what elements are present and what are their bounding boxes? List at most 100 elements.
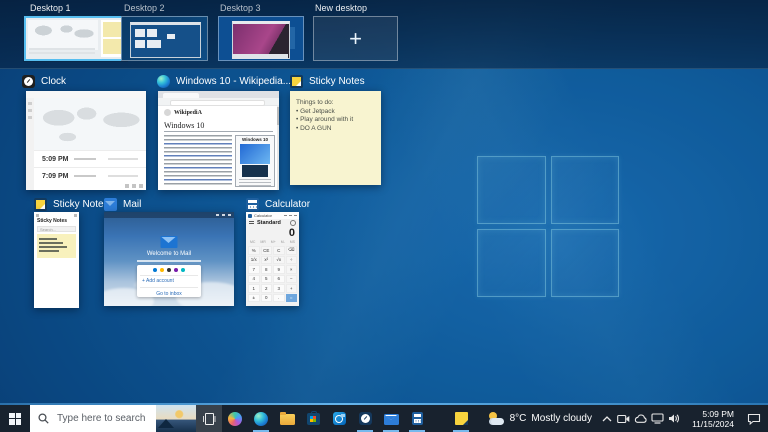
calculator-display: 0 (246, 227, 299, 240)
world-clock-row: 7:09 PM (34, 167, 146, 184)
edge-icon (157, 75, 170, 88)
folder-icon (280, 414, 295, 425)
notes-search-box: Search... (37, 226, 76, 232)
camera-icon (617, 414, 630, 424)
task-view-screen: Desktop 1 Desktop 2 Desktop 3 New deskto… (0, 0, 768, 432)
outlook-icon (333, 412, 346, 425)
task-view-button[interactable] (196, 405, 222, 432)
taskbar-date: 11/15/2024 (692, 419, 734, 429)
calculator-title-bar: Calculator (246, 212, 299, 219)
onedrive-tray-button[interactable] (633, 405, 648, 432)
infobox-screenshot (242, 165, 268, 177)
mail-envelope-icon (161, 236, 178, 248)
wikipedia-window-title: Windows 10 - Wikipedia... (157, 74, 291, 88)
browser-tab-bar (158, 91, 279, 98)
microsoft-store-button[interactable] (300, 405, 326, 432)
desktop-1-clock-app-preview (28, 20, 98, 50)
menu-icon (249, 221, 254, 225)
note-list-item (37, 234, 76, 258)
cloud-icon (634, 414, 647, 424)
desktop-1-thumbnail[interactable] (24, 16, 127, 61)
windows-logo-icon (9, 413, 21, 425)
mail-app-button[interactable] (378, 405, 404, 432)
speaker-icon (668, 413, 681, 424)
infobox-logo-image (240, 144, 270, 164)
store-bag-icon (307, 413, 320, 425)
weather-condition: Mostly cloudy (531, 413, 592, 424)
start-button[interactable] (0, 405, 30, 432)
desktop-3-label: Desktop 3 (220, 3, 261, 13)
action-center-button[interactable] (740, 405, 768, 432)
mail-window-title: Mail (104, 197, 141, 211)
desktop-3-thumbnail[interactable] (218, 16, 304, 61)
add-account-dialog: + Add account Go to inbox (137, 265, 201, 297)
note-line: Things to do: (296, 99, 381, 108)
desktop-1-label: Desktop 1 (30, 3, 71, 13)
wikipedia-globe-icon (164, 109, 171, 116)
article-infobox: Windows 10 (235, 135, 275, 187)
volume-tray-button[interactable] (667, 405, 682, 432)
article-heading: Windows 10 (164, 121, 204, 130)
hidden-icons-button[interactable] (599, 405, 614, 432)
welcome-text: Welcome to Mail (104, 251, 234, 257)
wikipedia-wordmark: WikipediA (174, 110, 202, 116)
desktop-1-sticky-notes-preview (101, 20, 123, 57)
clock-window-title: Clock (22, 74, 66, 88)
world-clock-row: 5:09 PM (34, 150, 146, 167)
world-map (34, 98, 146, 150)
sticky-notes-window-thumbnail[interactable]: Things to do: • Get Jetpack • Play aroun… (290, 91, 381, 185)
note-line: • Play around with it (296, 116, 381, 125)
mail-window-thumbnail[interactable]: Welcome to Mail + Add account Go to inbo… (104, 212, 234, 306)
clock-nav-rail (26, 98, 34, 190)
partly-cloudy-icon (488, 412, 505, 425)
wikipedia-window-thumbnail[interactable]: WikipediA Windows 10 Windows 10 (158, 91, 279, 190)
edge-icon (254, 412, 268, 426)
account-provider-icons (137, 265, 201, 272)
add-account-button: + Add account (137, 276, 201, 284)
calculator-icon (246, 198, 259, 211)
copilot-button[interactable] (222, 405, 248, 432)
sticky-note-icon (455, 412, 468, 425)
desktop-2-label: Desktop 2 (124, 3, 165, 13)
search-highlights-decoration (156, 405, 196, 432)
copilot-icon (228, 412, 242, 426)
task-view-icon (203, 413, 216, 424)
mail-title-bar (104, 212, 234, 218)
sticky-note-list-thumbnail[interactable]: Sticky Notes Search... (34, 212, 79, 308)
chevron-up-icon (602, 416, 612, 422)
sticky-notes-header: Sticky Notes (34, 217, 79, 225)
weather-widget[interactable]: 8°C Mostly cloudy (481, 405, 599, 432)
sticky-notes-window-title: Sticky Notes (290, 74, 365, 88)
calculator-window-thumbnail[interactable]: Calculator Standard 0 MCMR M+M- MS %CEC⌫… (246, 212, 299, 306)
calculator-icon (412, 412, 423, 425)
file-explorer-button[interactable] (274, 405, 300, 432)
weather-temperature: 8°C (510, 413, 527, 424)
note-line: • Get Jetpack (296, 108, 381, 117)
camera-tray-button[interactable] (616, 405, 631, 432)
calculator-mode: Standard (257, 220, 281, 226)
go-to-inbox-link: Go to inbox (137, 288, 201, 297)
search-icon (38, 413, 49, 424)
sticky-notes-icon (34, 198, 47, 211)
search-input[interactable] (55, 412, 149, 425)
system-tray (599, 405, 682, 432)
mail-icon (104, 198, 117, 211)
calculator-window-title: Calculator (246, 197, 310, 211)
sticky-notes-icon (290, 75, 303, 88)
clock-app-button[interactable] (352, 405, 378, 432)
browser-address-bar (158, 98, 279, 106)
new-desktop-label: New desktop (315, 3, 367, 13)
clock-window-thumbnail[interactable]: 5:09 PM 7:09 PM (26, 91, 146, 190)
outlook-button[interactable] (326, 405, 352, 432)
calculator-app-button[interactable] (404, 405, 430, 432)
new-desktop-button[interactable]: + (313, 16, 398, 61)
clock-app-icon (22, 75, 35, 88)
edge-taskbar-button[interactable] (248, 405, 274, 432)
taskbar-clock[interactable]: 5:09 PM 11/15/2024 (682, 405, 740, 432)
mail-envelope-icon (384, 414, 399, 425)
chat-bubble-icon (747, 413, 761, 425)
taskbar-search-box[interactable] (30, 405, 196, 432)
network-tray-button[interactable] (650, 405, 665, 432)
sticky-notes-app-button[interactable] (448, 405, 474, 432)
desktop-2-thumbnail[interactable] (121, 16, 208, 61)
